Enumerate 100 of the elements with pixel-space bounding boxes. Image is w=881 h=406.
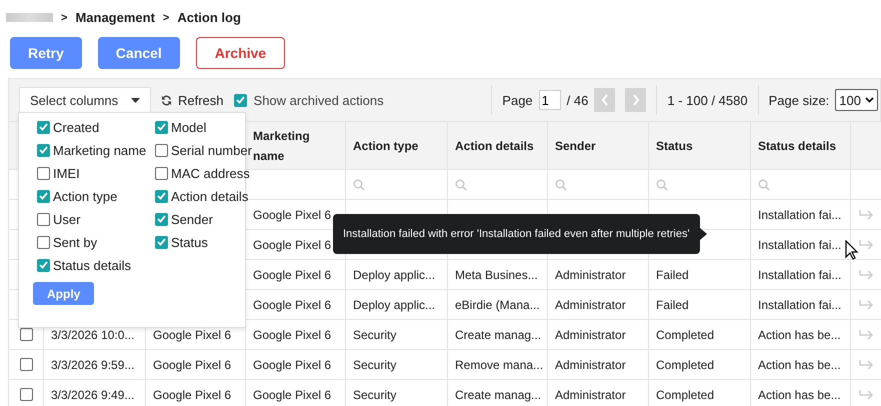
column-header[interactable]: Action type [353, 136, 418, 156]
table-cell: Google Pixel 6 [253, 388, 332, 402]
table-cell: Google Pixel 6 [253, 208, 332, 222]
page-size-label: Page size: [768, 92, 830, 108]
table-cell: Google Pixel 6 [153, 388, 232, 402]
checkbox-label: IMEI [53, 166, 80, 180]
breadcrumb-item[interactable]: Management [75, 10, 155, 25]
breadcrumb-separator: > [61, 12, 68, 24]
checkbox[interactable] [37, 212, 50, 226]
forward-arrow-icon[interactable] [858, 298, 874, 310]
checkbox[interactable] [37, 236, 50, 248]
table-cell: Deploy applic... [353, 268, 436, 282]
select-columns-dropdown[interactable]: Select columns [19, 87, 151, 113]
checkbox[interactable] [37, 120, 50, 134]
search-icon [455, 178, 467, 190]
table-cell: Administrator [555, 388, 626, 402]
checkbox-label: Action type [53, 188, 118, 204]
table-cell: Remove mana... [455, 358, 544, 372]
checkbox-label: User [53, 212, 80, 226]
forward-arrow-icon[interactable] [858, 328, 874, 340]
tooltip-text: Installation failed with error 'Installation failed even after multiple retries' [343, 228, 690, 240]
refresh-button[interactable]: Refresh [161, 92, 224, 108]
forward-arrow-icon[interactable] [858, 388, 874, 400]
page-size-select[interactable]: 100 [835, 89, 878, 111]
table-cell: Administrator [555, 298, 626, 312]
search-icon [656, 178, 668, 190]
table-cell: Failed [656, 268, 689, 282]
table-cell: 3/3/2026 10:0... [51, 328, 134, 342]
column-header[interactable]: Sender [555, 136, 596, 156]
checkbox[interactable] [37, 166, 50, 180]
table-cell: Administrator [555, 268, 626, 282]
checkbox-label: Sent by [53, 234, 98, 250]
page-label: Page [502, 92, 533, 108]
table-cell: Google Pixel 6 [253, 298, 332, 312]
table-cell: 3/3/2026 9:49... [51, 388, 134, 402]
search-icon [758, 178, 770, 190]
table-cell: Installation fai... [758, 238, 842, 252]
forward-arrow-icon[interactable] [858, 208, 874, 220]
page-input[interactable]: 1 [538, 90, 561, 110]
chevron-left-icon [600, 94, 609, 106]
table-cell: Completed [656, 328, 714, 342]
table-cell: Administrator [555, 328, 626, 342]
forward-arrow-icon[interactable] [858, 238, 874, 250]
checkbox[interactable] [155, 166, 168, 180]
checkbox[interactable] [155, 144, 168, 156]
table-cell: Completed [656, 388, 714, 402]
table-cell: Deploy applic... [353, 298, 436, 312]
table-cell: Google Pixel 6 [253, 268, 332, 282]
table-cell: Installation fai... [758, 268, 842, 282]
table-cell: Security [353, 358, 396, 372]
checkbox[interactable] [234, 94, 247, 106]
caret-icon [131, 98, 140, 102]
archive-button[interactable]: Archive [196, 37, 286, 69]
checkbox-label: Sender [171, 212, 213, 226]
table-cell: Google Pixel 6 [253, 328, 332, 342]
chevron-right-icon [632, 94, 640, 106]
refresh-icon [161, 94, 172, 106]
checkbox-label: Status [171, 234, 208, 250]
search-icon [353, 178, 365, 190]
table-cell: 3/3/2026 9:59... [51, 358, 134, 372]
column-header[interactable]: Action details [455, 136, 534, 156]
checkbox[interactable] [155, 120, 168, 134]
checkbox[interactable] [155, 212, 168, 226]
column-header[interactable]: Status [656, 136, 693, 156]
checkbox-label: Action details [171, 188, 248, 204]
column-header[interactable]: Status details [758, 136, 836, 156]
table-cell: Create manag... [455, 328, 542, 342]
table-cell: Security [353, 388, 396, 402]
column-header[interactable]: Marketing name [253, 126, 338, 166]
breadcrumb-separator: > [162, 12, 170, 24]
checkbox-label: Serial number [171, 142, 252, 158]
checkbox[interactable] [20, 388, 32, 401]
table-cell: Installation fai... [758, 208, 842, 222]
forward-arrow-icon[interactable] [858, 358, 874, 370]
table-cell: eBirdie (Mana... [455, 298, 540, 312]
checkbox[interactable] [37, 190, 50, 202]
forward-arrow-icon[interactable] [858, 268, 874, 280]
breadcrumb-item: Action log [177, 10, 241, 25]
table-cell: Action has be... [758, 388, 841, 402]
checkbox[interactable] [37, 258, 50, 272]
table-cell: Security [353, 328, 396, 342]
page-total: / 46 [566, 92, 588, 108]
checkbox[interactable] [37, 144, 50, 156]
checkbox[interactable] [155, 190, 168, 202]
checkbox-label: Status details [53, 258, 132, 272]
checkbox[interactable] [155, 236, 168, 248]
checkbox[interactable] [20, 328, 32, 341]
checkbox-label: Created [53, 120, 100, 134]
checkbox-label: Marketing name [53, 142, 146, 158]
table-cell: Installation fai... [758, 298, 842, 312]
table-cell: Failed [656, 298, 689, 312]
table-cell: Google Pixel 6 [153, 328, 232, 342]
breadcrumb-placeholder [6, 13, 53, 22]
table-cell: Action has be... [758, 328, 841, 342]
checkbox[interactable] [20, 358, 32, 371]
table-cell: Action has be... [758, 358, 841, 372]
table-cell: Completed [656, 358, 714, 372]
search-icon [555, 178, 567, 190]
record-range: 1 - 100 / 4580 [667, 92, 748, 108]
checkbox-label: Show archived actions [254, 92, 384, 108]
